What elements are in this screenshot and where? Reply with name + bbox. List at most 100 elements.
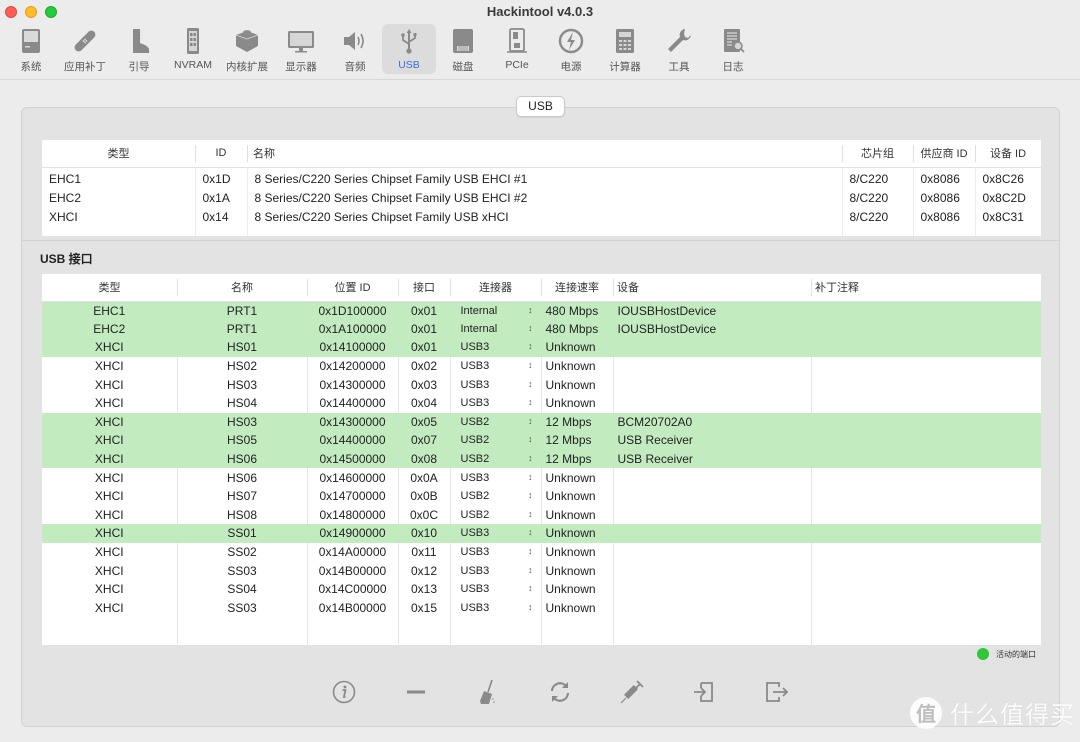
controller-row[interactable]: XHCI 0x14 8 Series/C220 Series Chipset Fam… — [42, 207, 1041, 226]
port-row[interactable]: XHCI HS05 0x14400000 0x07 USB2 ↕ 12 Mbps USB Re… — [42, 431, 1041, 450]
connector-select[interactable]: USB3 ↕ — [451, 602, 541, 614]
cell-connector[interactable]: USB2 ↕ — [449, 412, 541, 432]
cell-connector[interactable]: USB3 ↕ — [449, 468, 541, 487]
port-row[interactable]: XHCI HS06 0x14500000 0x08 USB2 ↕ 12 Mbps USB Re… — [42, 449, 1041, 469]
clear-button[interactable] — [452, 678, 524, 706]
cell-comment[interactable] — [810, 375, 1041, 394]
export-button[interactable] — [740, 678, 812, 706]
connector-select[interactable]: USB2 ↕ — [451, 416, 541, 428]
cell-comment[interactable] — [810, 561, 1041, 580]
port-row[interactable]: XHCI HS06 0x14600000 0x0A USB3 ↕ Unknown — [42, 468, 1041, 487]
toolbar-item-kext[interactable]: 内核扩展 — [220, 24, 274, 74]
toolbar-item-calculator[interactable]: 计算器 — [598, 24, 652, 74]
info-button[interactable] — [308, 678, 380, 706]
cell-connector[interactable]: USB3 ↕ — [449, 598, 541, 618]
column-header-type[interactable]: 类型 — [42, 274, 177, 302]
column-header-vendor-id[interactable]: 供应商 ID — [913, 140, 975, 168]
connector-select[interactable]: USB3 ↕ — [451, 546, 541, 558]
column-header-chipset[interactable]: 芯片组 — [842, 140, 913, 168]
column-header-device[interactable]: 设备 — [613, 274, 811, 302]
column-header-device-id[interactable]: 设备 ID — [975, 140, 1041, 168]
port-row[interactable]: EHC1 PRT1 0x1D100000 0x01 Internal ↕ 480 Mbps I… — [42, 301, 1041, 320]
cell-comment[interactable] — [810, 356, 1041, 376]
port-row[interactable]: XHCI HS02 0x14200000 0x02 USB3 ↕ Unknown — [42, 356, 1041, 376]
connector-select[interactable]: USB3 ↕ — [451, 583, 541, 595]
refresh-button[interactable] — [524, 678, 596, 706]
toolbar-item-pcie[interactable]: PCIe — [490, 24, 544, 74]
toolbar-item-audio[interactable]: 音频 — [328, 24, 382, 74]
column-header-type[interactable]: 类型 — [42, 140, 195, 168]
column-header-id[interactable]: ID — [195, 140, 247, 168]
port-row[interactable]: XHCI SS03 0x14B00000 0x12 USB3 ↕ Unknown — [42, 561, 1041, 580]
port-row[interactable]: XHCI SS04 0x14C00000 0x13 USB3 ↕ Unknown — [42, 579, 1041, 599]
cell-connector[interactable]: USB2 ↕ — [449, 449, 541, 469]
cell-comment[interactable] — [810, 319, 1041, 339]
column-header-speed[interactable]: 连接速率 — [541, 274, 613, 302]
toolbar-item-system[interactable]: 系统 — [4, 24, 58, 74]
port-row[interactable]: XHCI HS03 0x14300000 0x05 USB2 ↕ 12 Mbps BCM207… — [42, 412, 1041, 432]
toolbar-item-log[interactable]: 日志 — [706, 24, 760, 74]
column-header-name[interactable]: 名称 — [247, 140, 842, 168]
toolbar-item-boot[interactable]: 引导 — [112, 24, 166, 74]
connector-select[interactable]: USB3 ↕ — [451, 397, 541, 409]
connector-select[interactable]: USB3 ↕ — [451, 472, 541, 484]
cell-connector[interactable]: USB2 ↕ — [449, 431, 541, 450]
controller-row[interactable]: EHC1 0x1D 8 Series/C220 Series Chipset Fam… — [42, 167, 1041, 188]
cell-comment[interactable] — [810, 486, 1041, 506]
toolbar-item-power[interactable]: 电源 — [544, 24, 598, 74]
port-row[interactable]: XHCI HS01 0x14100000 0x01 USB3 ↕ Unknown — [42, 338, 1041, 357]
connector-select[interactable]: USB3 ↕ — [451, 341, 541, 353]
connector-select[interactable]: USB2 ↕ — [451, 434, 541, 446]
connector-select[interactable]: Internal ↕ — [451, 323, 541, 335]
port-row[interactable]: XHCI HS04 0x14400000 0x04 USB3 ↕ Unknown — [42, 393, 1041, 413]
cell-comment[interactable] — [810, 598, 1041, 618]
cell-connector[interactable]: USB3 ↕ — [449, 561, 541, 580]
connector-select[interactable]: USB3 ↕ — [451, 527, 541, 539]
cell-comment[interactable] — [810, 449, 1041, 469]
column-header-port[interactable]: 接口 — [398, 274, 450, 302]
toolbar-item-nvram[interactable]: NVRAM — [166, 24, 220, 74]
cell-comment[interactable] — [810, 524, 1041, 543]
toolbar-item-disk[interactable]: 磁盘 — [436, 24, 490, 74]
controller-row[interactable]: EHC2 0x1A 8 Series/C220 Series Chipset Fam… — [42, 188, 1041, 207]
cell-connector[interactable]: USB3 ↕ — [449, 375, 541, 394]
cell-connector[interactable]: USB3 ↕ — [449, 393, 541, 413]
port-row[interactable]: EHC2 PRT1 0x1A100000 0x01 Internal ↕ 480 Mbps I… — [42, 319, 1041, 339]
toolbar-item-tools[interactable]: 工具 — [652, 24, 706, 74]
port-row[interactable]: XHCI SS01 0x14900000 0x10 USB3 ↕ Unknown — [42, 524, 1041, 543]
cell-comment[interactable] — [810, 412, 1041, 432]
port-row[interactable]: XHCI HS07 0x14700000 0x0B USB2 ↕ Unknown — [42, 486, 1041, 506]
import-button[interactable] — [668, 678, 740, 706]
connector-select[interactable]: USB3 ↕ — [451, 360, 541, 372]
cell-comment[interactable] — [810, 468, 1041, 487]
cell-comment[interactable] — [810, 579, 1041, 599]
port-row[interactable]: XHCI HS08 0x14800000 0x0C USB2 ↕ Unknown — [42, 505, 1041, 525]
cell-comment[interactable] — [810, 338, 1041, 357]
column-header-name[interactable]: 名称 — [177, 274, 307, 302]
port-row[interactable]: XHCI HS03 0x14300000 0x03 USB3 ↕ Unknown — [42, 375, 1041, 394]
connector-select[interactable]: USB3 ↕ — [451, 565, 541, 577]
cell-connector[interactable]: USB3 ↕ — [449, 338, 541, 357]
cell-comment[interactable] — [810, 301, 1041, 320]
connector-select[interactable]: USB2 ↕ — [451, 453, 541, 465]
cell-connector[interactable]: USB2 ↕ — [449, 486, 541, 506]
column-header-location-id[interactable]: 位置 ID — [307, 274, 398, 302]
port-row[interactable]: XHCI SS02 0x14A00000 0x11 USB3 ↕ Unknown — [42, 542, 1041, 562]
connector-select[interactable]: USB3 ↕ — [451, 379, 541, 391]
toolbar-item-patch[interactable]: 应用补丁 — [58, 24, 112, 74]
cell-connector[interactable]: USB3 ↕ — [449, 579, 541, 599]
column-header-connector[interactable]: 连接器 — [450, 274, 541, 302]
inject-button[interactable] — [596, 678, 668, 706]
cell-comment[interactable] — [810, 431, 1041, 450]
cell-connector[interactable]: USB3 ↕ — [449, 542, 541, 562]
remove-button[interactable] — [380, 678, 452, 706]
cell-comment[interactable] — [810, 505, 1041, 525]
connector-select[interactable]: USB2 ↕ — [451, 509, 541, 521]
connector-select[interactable]: Internal ↕ — [451, 305, 541, 317]
cell-connector[interactable]: USB3 ↕ — [449, 524, 541, 543]
cell-connector[interactable]: USB3 ↕ — [449, 356, 541, 376]
cell-comment[interactable] — [810, 542, 1041, 562]
cell-connector[interactable]: USB2 ↕ — [449, 505, 541, 525]
toolbar-item-usb[interactable]: USB — [382, 24, 436, 74]
cell-connector[interactable]: Internal ↕ — [449, 301, 541, 320]
